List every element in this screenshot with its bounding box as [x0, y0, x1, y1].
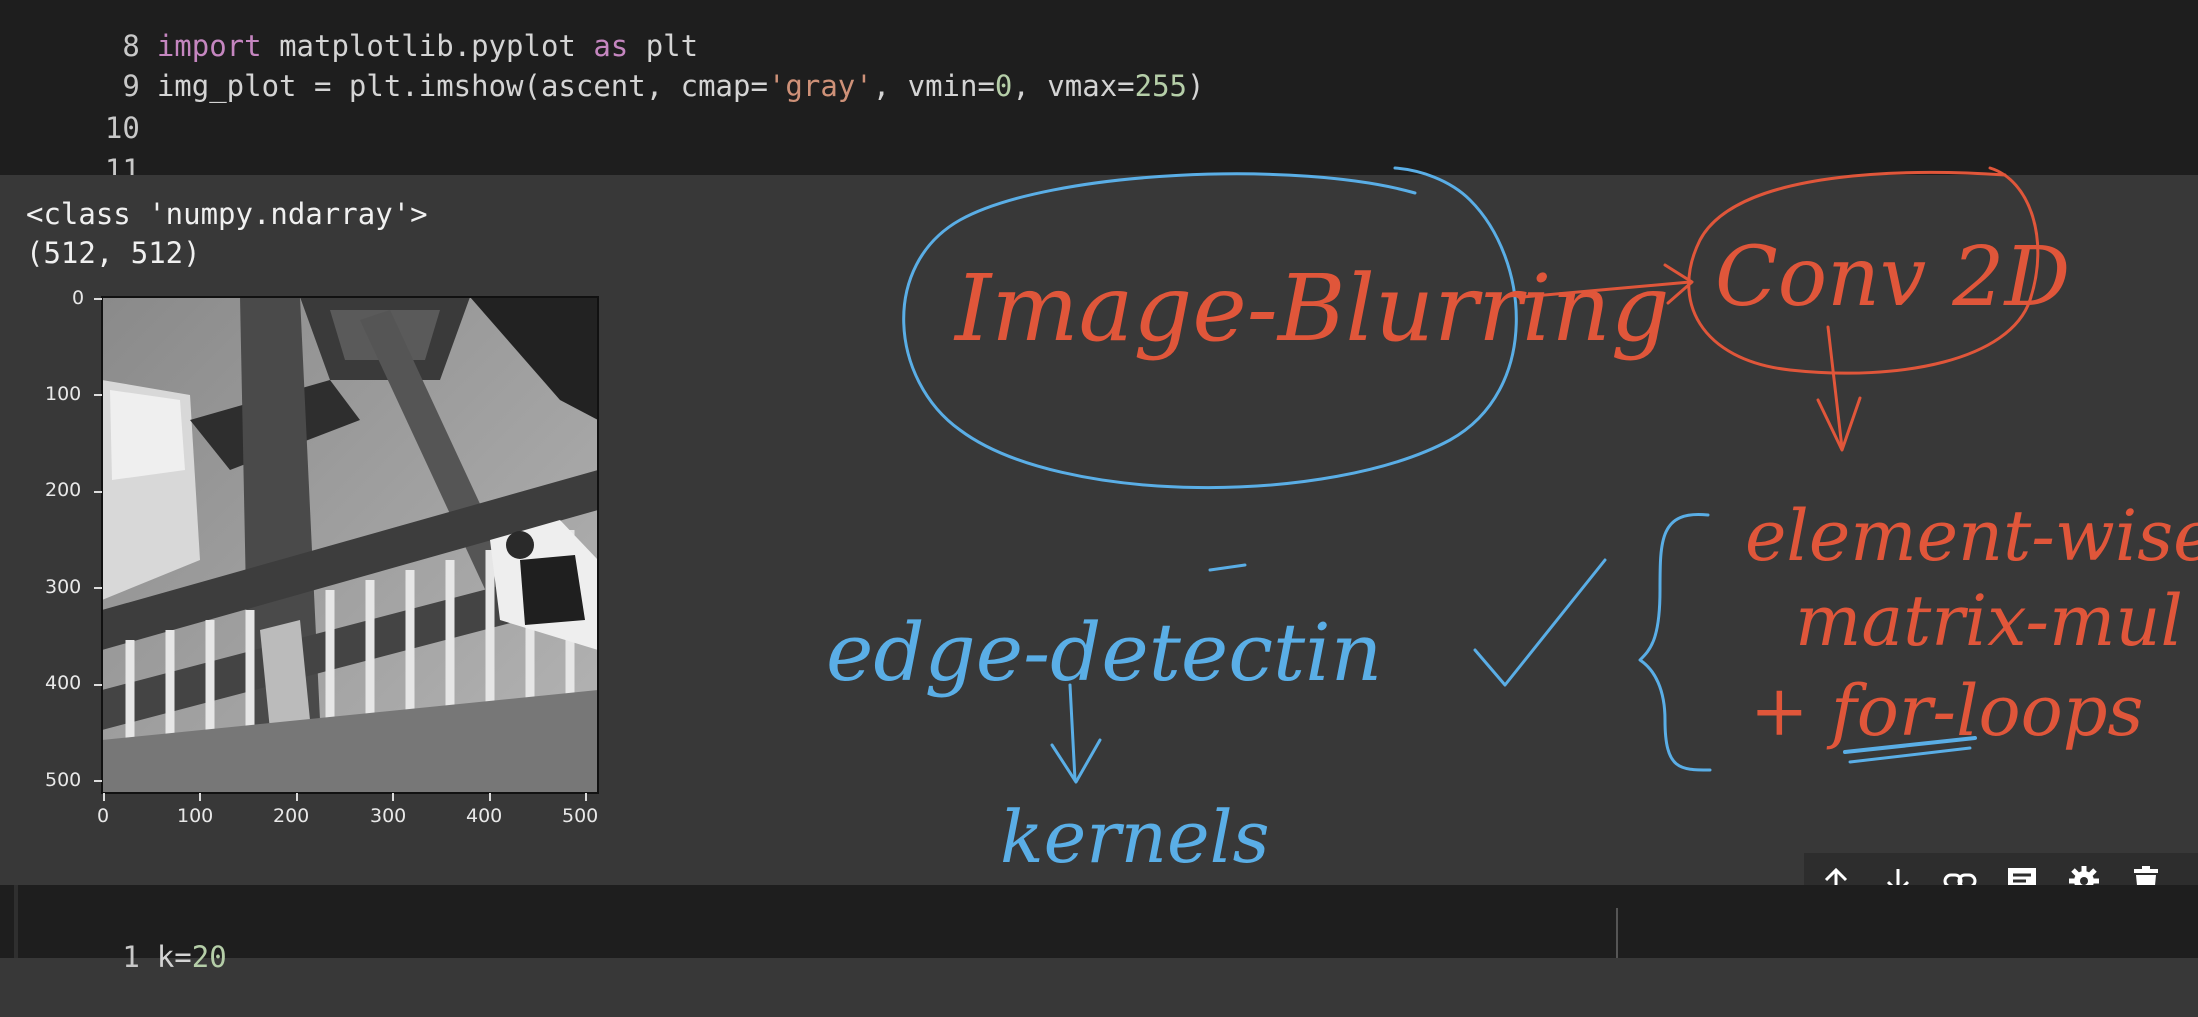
next-code-cell[interactable]: 1 k=20 — [0, 885, 2198, 974]
y-tick-label: 500 — [45, 769, 82, 791]
code-token: 20 — [191, 940, 227, 974]
code-line-11: 11 — [0, 110, 140, 187]
code-token: ) — [1187, 69, 1205, 103]
code-token: 255 — [1134, 69, 1187, 103]
y-tick-label: 100 — [45, 383, 82, 405]
code-token: 0 — [994, 69, 1013, 103]
output-shape-line: (512, 512) — [26, 236, 201, 270]
code-line-9: 9 img_plot = plt.imshow(ascent, cmap='gra… — [0, 26, 1204, 103]
x-tick-label: 100 — [177, 805, 214, 827]
x-tick-label: 200 — [273, 805, 310, 827]
code-line-1: 1 k=20 — [0, 897, 226, 974]
code-token: 'gray' — [767, 69, 873, 103]
x-tick-label: 0 — [97, 805, 110, 827]
code-line-10: 10 — [0, 68, 140, 145]
code-token: k= — [156, 940, 192, 974]
x-tick-label: 400 — [466, 805, 503, 827]
code-token: , vmin= — [872, 69, 995, 103]
y-tick-label: 0 — [72, 287, 85, 309]
y-tick-label: 300 — [45, 576, 82, 598]
code-token: img_plot = plt.imshow(ascent, cmap= — [156, 69, 768, 103]
x-tick-label: 300 — [370, 805, 407, 827]
code-cell[interactable]: 8 import matplotlib.pyplot as plt 9 img_pl… — [0, 0, 2198, 187]
code-line-8: 8 import matplotlib.pyplot as plt — [0, 0, 698, 63]
line-number: 1 — [122, 940, 140, 974]
y-tick-label: 200 — [45, 479, 82, 501]
code-token: , vmax= — [1012, 69, 1135, 103]
output-type-line: <class 'numpy.ndarray'> — [26, 197, 428, 231]
divider — [1616, 908, 1618, 958]
x-tick-label: 500 — [562, 805, 599, 827]
y-tick-label: 400 — [45, 672, 82, 694]
cell-output: <class 'numpy.ndarray'> (512, 512) 0 100… — [0, 175, 2198, 885]
